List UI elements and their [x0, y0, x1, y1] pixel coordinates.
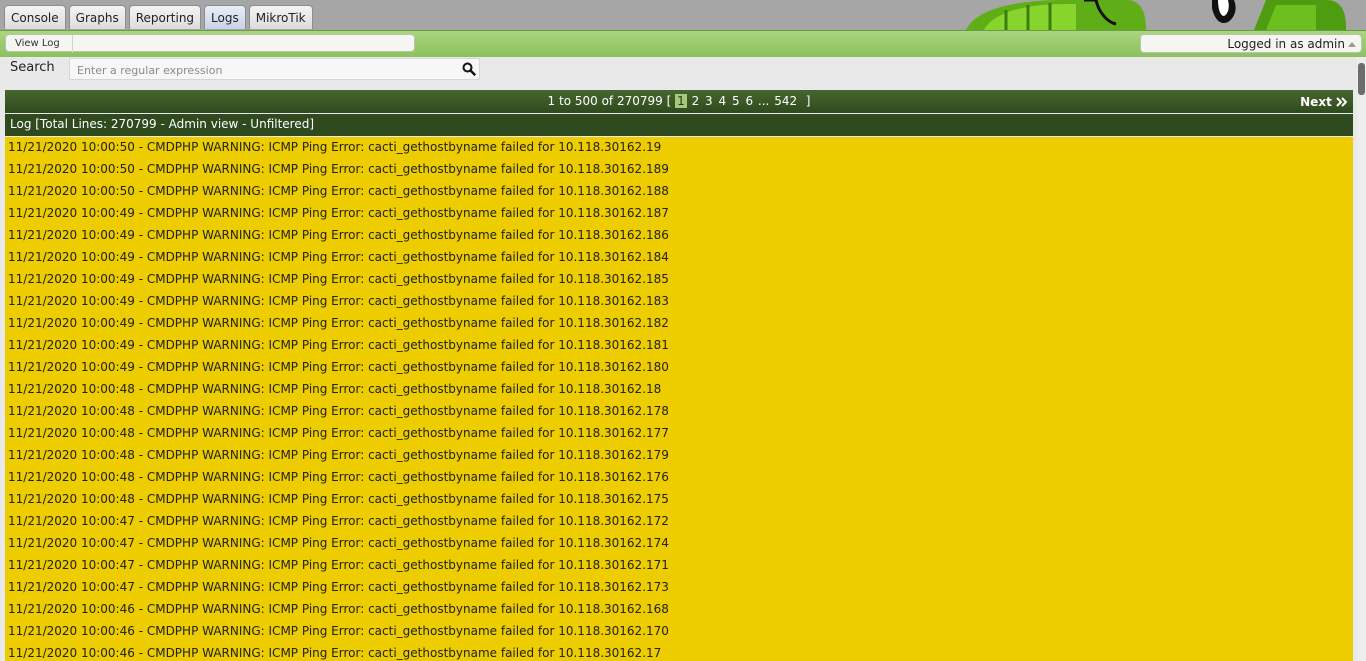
tab-reporting[interactable]: Reporting — [128, 5, 202, 29]
pager-current-page[interactable]: 1 — [675, 94, 687, 108]
log-header: Log [Total Lines: 270799 - Admin view - … — [5, 114, 1353, 136]
pager-page-3[interactable]: 3 — [704, 94, 714, 108]
log-line: 11/21/2020 10:00:49 - CMDPHP WARNING: IC… — [8, 206, 669, 220]
log-line: 11/21/2020 10:00:49 - CMDPHP WARNING: IC… — [8, 272, 669, 286]
pager-close-bracket: ] — [805, 94, 811, 108]
log-line: 11/21/2020 10:00:49 - CMDPHP WARNING: IC… — [8, 250, 669, 264]
log-line: 11/21/2020 10:00:46 - CMDPHP WARNING: IC… — [8, 624, 669, 638]
log-line: 11/21/2020 10:00:50 - CMDPHP WARNING: IC… — [8, 162, 669, 176]
tab-console[interactable]: Console — [4, 5, 66, 29]
pager-range: 1 to 500 of 270799 — [547, 94, 663, 108]
pager-ellipsis: ... — [757, 94, 770, 108]
pager-page-5[interactable]: 5 — [731, 94, 741, 108]
log-line: 11/21/2020 10:00:49 - CMDPHP WARNING: IC… — [8, 338, 669, 352]
next-label: Next — [1300, 95, 1332, 109]
tab-logs[interactable]: Logs — [204, 5, 246, 29]
nav-bar: View Log Logged in as admin — [0, 30, 1366, 57]
log-line: 11/21/2020 10:00:47 - CMDPHP WARNING: IC… — [8, 536, 669, 550]
search-box — [69, 58, 480, 80]
pager-open-bracket: [ — [666, 94, 672, 108]
pager-bar: 1 to 500 of 270799 [ 1 2 3 4 5 6 ... 542… — [5, 90, 1353, 113]
next-page-link[interactable]: Next — [1300, 91, 1348, 113]
pager-last-page[interactable]: 542 — [773, 94, 798, 108]
log-line: 11/21/2020 10:00:48 - CMDPHP WARNING: IC… — [8, 382, 662, 396]
log-line: 11/21/2020 10:00:47 - CMDPHP WARNING: IC… — [8, 558, 669, 572]
log-line: 11/21/2020 10:00:49 - CMDPHP WARNING: IC… — [8, 360, 669, 374]
log-line: 11/21/2020 10:00:48 - CMDPHP WARNING: IC… — [8, 426, 669, 440]
log-line: 11/21/2020 10:00:47 - CMDPHP WARNING: IC… — [8, 580, 669, 594]
search-label: Search — [10, 60, 55, 75]
page-scrollbar[interactable] — [1357, 57, 1366, 661]
log-line: 11/21/2020 10:00:50 - CMDPHP WARNING: IC… — [8, 140, 662, 154]
user-menu[interactable]: Logged in as admin — [1140, 34, 1362, 53]
top-tab-bar: Console Graphs Reporting Logs MikroTik — [0, 0, 1366, 30]
log-line: 11/21/2020 10:00:49 - CMDPHP WARNING: IC… — [8, 294, 669, 308]
log-line: 11/21/2020 10:00:46 - CMDPHP WARNING: IC… — [8, 646, 662, 660]
log-line: 11/21/2020 10:00:48 - CMDPHP WARNING: IC… — [8, 404, 669, 418]
search-icon[interactable] — [462, 62, 476, 76]
search-row: Search — [0, 57, 1356, 87]
log-line: 11/21/2020 10:00:48 - CMDPHP WARNING: IC… — [8, 492, 669, 506]
search-input[interactable] — [75, 61, 459, 79]
scroll-thumb[interactable] — [1358, 63, 1365, 95]
tab-graphs[interactable]: Graphs — [68, 5, 126, 29]
log-line: 11/21/2020 10:00:48 - CMDPHP WARNING: IC… — [8, 448, 669, 462]
log-line: 11/21/2020 10:00:49 - CMDPHP WARNING: IC… — [8, 316, 669, 330]
caret-up-icon — [1348, 42, 1356, 47]
pager-center: 1 to 500 of 270799 [ 1 2 3 4 5 6 ... 542… — [5, 90, 1353, 112]
log-body: 11/21/2020 10:00:50 - CMDPHP WARNING: IC… — [5, 137, 1353, 661]
cactus-logo-icon — [966, 0, 1346, 30]
main-tabs: Console Graphs Reporting Logs MikroTik — [4, 5, 313, 29]
log-line: 11/21/2020 10:00:48 - CMDPHP WARNING: IC… — [8, 470, 669, 484]
pager-page-2[interactable]: 2 — [691, 94, 701, 108]
pager-page-6[interactable]: 6 — [744, 94, 754, 108]
log-line: 11/21/2020 10:00:50 - CMDPHP WARNING: IC… — [8, 184, 669, 198]
breadcrumb-item-view-log[interactable]: View Log — [6, 35, 73, 53]
pager-pages: 2 3 4 5 6 — [691, 94, 758, 108]
pager-page-4[interactable]: 4 — [718, 94, 728, 108]
login-status: Logged in as admin — [1227, 37, 1345, 51]
double-chevron-right-icon — [1336, 97, 1348, 107]
log-line: 11/21/2020 10:00:49 - CMDPHP WARNING: IC… — [8, 228, 669, 242]
log-line: 11/21/2020 10:00:46 - CMDPHP WARNING: IC… — [8, 602, 669, 616]
breadcrumb: View Log — [5, 34, 415, 53]
tab-mikrotik[interactable]: MikroTik — [248, 5, 313, 29]
log-line: 11/21/2020 10:00:47 - CMDPHP WARNING: IC… — [8, 514, 669, 528]
